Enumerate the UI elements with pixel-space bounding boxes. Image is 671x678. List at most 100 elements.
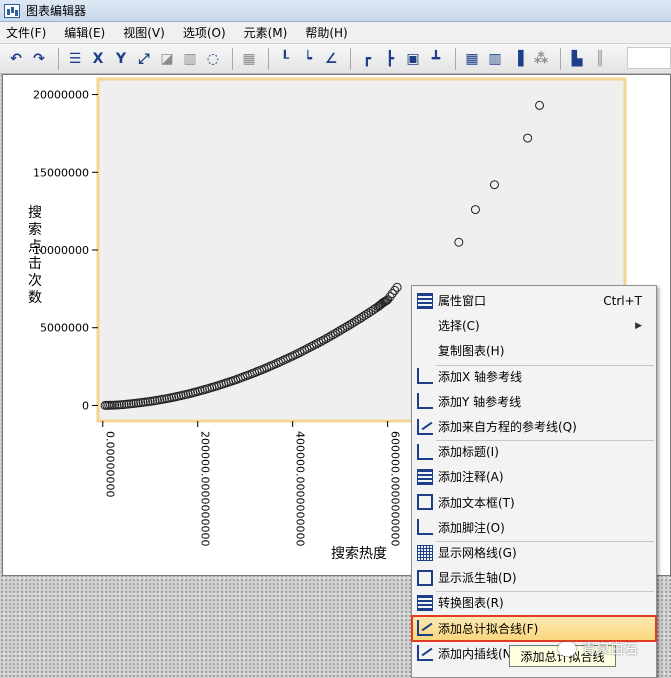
toolbar: ↶ ↷ ☰ X Y ⤢ ◪ ▥ ◌ ▦ ┖ ┕ ∠ ┏ ┣ ▣ ┻ ▦ ▥ ▐ … (0, 44, 671, 74)
add-title-icon[interactable]: ┏ (357, 49, 377, 69)
x-tick-label: 400000.0000000000 (294, 431, 307, 546)
watermark: 青泉白石 (558, 638, 668, 660)
context-menu-item-label: 选择(C) (438, 319, 480, 334)
x-axis-icon[interactable]: X (88, 49, 108, 69)
show-gridlines-icon (417, 544, 433, 561)
context-menu-item[interactable]: 复制图表(H) (412, 338, 656, 363)
context-menu-item-label: 添加X 轴参考线 (438, 369, 523, 384)
redo-icon[interactable]: ↷ (29, 49, 49, 69)
context-menu-item-label: 添加注释(A) (438, 470, 504, 485)
menu-edit[interactable]: 编辑(E) (58, 24, 117, 41)
watermark-text: 青泉白石 (582, 642, 638, 658)
add-textbox-icon[interactable]: ▣ (403, 49, 423, 69)
add-title-icon (417, 443, 433, 460)
x-tick-label: 0.00000000 (104, 431, 117, 497)
y-axis-label-line4[interactable]: 击 (28, 256, 42, 272)
context-menu-item[interactable]: 显示派生轴(D) (412, 565, 656, 590)
context-menu-item-label: 属性窗口 (438, 294, 487, 308)
undo-icon[interactable]: ↶ (6, 49, 26, 69)
toolbar-separator (350, 47, 351, 70)
context-menu-item-label: 添加脚注(O) (438, 520, 505, 535)
context-menu-item[interactable]: 添加X 轴参考线 (412, 364, 656, 389)
menu-options[interactable]: 选项(O) (177, 24, 238, 41)
properties-window-icon (417, 292, 433, 309)
y-tick-label: 20000000 (33, 89, 89, 102)
context-menu-item-label: 添加标题(I) (438, 445, 499, 460)
toolbar-separator (58, 47, 59, 70)
properties-icon[interactable]: ☰ (65, 49, 85, 69)
add-textbox-icon (417, 494, 433, 511)
context-menu-item[interactable]: 添加文本框(T) (412, 490, 656, 515)
y-tick-label: 5000000 (40, 322, 89, 335)
context-menu: 属性窗口 Ctrl+T 选择(C) ▶ 复制图表(H) 添加X 轴参考线 添加Y 轴参考线添… (411, 285, 657, 678)
y-axis-label-line3[interactable]: 点 (28, 239, 42, 255)
x-tick-label: 200000.0000000000 (199, 431, 212, 546)
data-label-icon[interactable]: ▥ (180, 49, 200, 69)
y-axis[interactable]: 05000000100000001500000020000000 (33, 89, 98, 413)
bar-chart-icon[interactable]: ▙ (567, 49, 587, 69)
context-menu-item[interactable]: 转换图表(R) (412, 590, 656, 615)
submenu-arrow-icon: ▶ (635, 320, 642, 331)
lasso-icon[interactable]: ◌ (203, 49, 223, 69)
context-menu-item-label: 添加文本框(T) (438, 495, 515, 510)
add-annotation-icon[interactable]: ┣ (380, 49, 400, 69)
blank-icon (417, 318, 433, 334)
column-chart-icon[interactable]: ║ (590, 49, 610, 69)
chart-icon[interactable]: ▦ (239, 49, 259, 69)
context-menu-item[interactable]: 添加标题(I) (412, 439, 656, 464)
x-axis[interactable]: 0.00000000 200000.0000000000 400000.000000… (102, 421, 402, 546)
x-reference-line-icon (417, 368, 433, 385)
scale-icon[interactable]: ⤢ (134, 49, 154, 69)
y-axis-label-line2[interactable]: 索 (28, 221, 42, 238)
menu-file[interactable]: 文件(F) (0, 24, 58, 41)
context-menu-item-label: 显示网格线(G) (438, 546, 517, 560)
context-menu-item-label: 转换图表(R) (438, 596, 504, 611)
context-menu-item-label: 添加总计拟合线(F) (438, 621, 539, 636)
add-annotation-icon (417, 468, 433, 485)
context-menu-item[interactable]: 添加总计拟合线(F) (411, 614, 657, 642)
toolbar-dropdown[interactable] (627, 47, 671, 69)
y-tick-label: 15000000 (33, 166, 89, 179)
y-tick-label: 0 (82, 399, 89, 412)
context-menu-item[interactable]: 选择(C) ▶ (412, 313, 656, 338)
interpolation-line-icon (417, 645, 433, 662)
shortcut-label: Ctrl+T (603, 293, 642, 308)
context-menu-item[interactable]: 添加来自方程的参考线(Q) (412, 414, 656, 439)
transpose-icon[interactable]: ◪ (157, 49, 177, 69)
transform-chart-icon (417, 594, 433, 611)
blank-icon (417, 343, 433, 359)
chart-editor-app-icon (4, 3, 20, 18)
title-bar: 图表编辑器 (0, 0, 671, 22)
context-menu-item-label: 添加Y 轴参考线 (438, 394, 522, 409)
toolbar-separator (232, 47, 233, 70)
context-menu-item[interactable]: 显示网格线(G) (412, 540, 656, 565)
y-axis-label-line6[interactable]: 数 (28, 290, 42, 306)
menu-elements[interactable]: 元素(M) (238, 24, 300, 41)
toolbar-separator (560, 47, 561, 70)
add-footnote-icon[interactable]: ┻ (426, 49, 446, 69)
context-menu-item-label: 显示派生轴(D) (438, 571, 517, 586)
menu-help[interactable]: 帮助(H) (299, 24, 359, 41)
gridlines-icon[interactable]: ▦ (462, 49, 482, 69)
y-reference-line-icon (417, 393, 433, 410)
menu-view[interactable]: 视图(V) (117, 24, 177, 41)
add-equation-line-icon[interactable]: ∠ (321, 49, 341, 69)
context-menu-item[interactable]: 属性窗口 Ctrl+T (412, 288, 656, 313)
toolbar-separator (268, 47, 269, 70)
equation-reference-line-icon (417, 418, 433, 435)
context-menu-item[interactable]: 添加脚注(O) (412, 515, 656, 540)
fit-line-icon (417, 620, 433, 637)
y-axis-icon[interactable]: Y (111, 49, 131, 69)
context-menu-item[interactable]: 添加注释(A) (412, 464, 656, 489)
add-y-reference-icon[interactable]: ┕ (298, 49, 318, 69)
derived-axis-icon[interactable]: ▐ (508, 49, 528, 69)
y-axis-label-line1[interactable]: 搜 (28, 205, 42, 221)
x-axis-label[interactable]: 搜索热度 (331, 545, 387, 562)
data-markers-icon[interactable]: ⁂ (531, 49, 551, 69)
grid-bars-icon[interactable]: ▥ (485, 49, 505, 69)
context-menu-item[interactable]: 添加Y 轴参考线 (412, 389, 656, 414)
y-axis-label-line5[interactable]: 次 (28, 273, 42, 289)
toolbar-separator (455, 47, 456, 70)
wechat-icon (558, 642, 576, 656)
add-x-reference-icon[interactable]: ┖ (275, 49, 295, 69)
